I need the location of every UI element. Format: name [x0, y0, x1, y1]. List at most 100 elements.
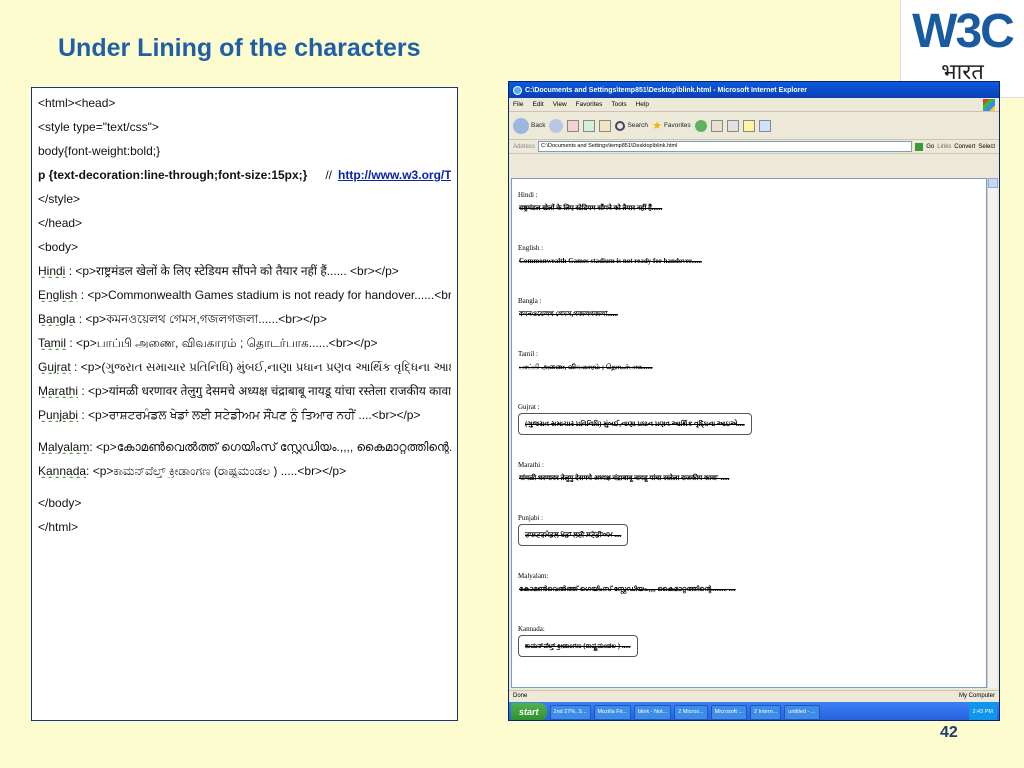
- code-text: <style type="text/css">: [38, 120, 159, 134]
- back-button[interactable]: Back: [513, 117, 546, 134]
- system-clock: 2:43 PM: [968, 702, 997, 720]
- language-row: (ગુજરાત સમાચાર પ્રતિનિધિ) મુંબઈ,નાણા પ્ર…: [518, 413, 980, 457]
- taskbar-item[interactable]: 2 Micros...: [674, 704, 708, 720]
- language-row: यांमळी धरणावर तेलुगु देसमचे अध्यक्ष चंद्…: [518, 471, 980, 485]
- language-label: Hindi :: [518, 191, 538, 199]
- language-label: Malyalam:: [518, 572, 549, 580]
- code-line: Tamil : <p>பாப்பி அணை, விவகாரம் ; தொடர்ப…: [38, 336, 451, 350]
- struck-text: பாப்பி அணை, விவகாரம் ; தொடர்பாக......: [519, 363, 653, 371]
- language-row: राष्ट्रमंडल खेलों के लिए स्टेडियम सौंपने…: [518, 201, 980, 215]
- menu-item-help[interactable]: Help: [636, 101, 649, 108]
- browser-window: C:\Documents and Settings\temp851\Deskto…: [508, 81, 1000, 721]
- code-line: Hindi : <p>राष्ट्रमंडल खेलों के लिए स्टे…: [38, 264, 451, 278]
- page-content: Hindi : राष्ट्रमंडल खेलों के लिए स्टेडियम…: [511, 178, 987, 688]
- browser-titlebar[interactable]: C:\Documents and Settings\temp851\Deskto…: [509, 82, 999, 98]
- code-line: <html><head>: [38, 96, 451, 110]
- vertical-scrollbar[interactable]: [987, 178, 998, 688]
- browser-toolbar: Back Search ★ Favorites: [509, 112, 999, 140]
- code-text: p {text-decoration:line-through;font-siz…: [38, 168, 308, 182]
- language-row: ಕಾಮನ್‌ವೆಲ್ತ್ ಕ್ರೀಡಾಂಗಣ (ರಾಷ್ಟ್ರಮಂಡಲ ) ..…: [518, 635, 980, 679]
- language-row: കോമൺവെൽത്ത് ഗെയിംസ് സ്റ്റേഡിയം.,,,, കൈമാ…: [518, 582, 980, 596]
- code-text: Tamil : <p>பாப்பி அணை, விவகாரம் ; தொடர்ப…: [38, 336, 378, 350]
- favorites-button[interactable]: ★ Favorites: [652, 119, 691, 132]
- language-row: ਰਾਸ਼ਟਰਮੰਡਲ ਖੇਡਾਂ ਲਈ ਸਟੇਡੀਅਮ ....: [518, 524, 980, 568]
- go-arrow-icon[interactable]: [915, 142, 924, 151]
- search-label: Search: [627, 122, 649, 129]
- taskbar-item[interactable]: 2nd 27%, S...: [549, 704, 591, 720]
- struck-text: ਰਾਸ਼ਟਰਮੰਡਲ ਖੇਡਾਂ ਲਈ ਸਟੇਡੀਅਮ ....: [518, 524, 629, 546]
- browser-title: C:\Documents and Settings\temp851\Deskto…: [525, 86, 807, 94]
- messenger-icon[interactable]: [758, 119, 771, 132]
- menu-item-edit[interactable]: Edit: [532, 101, 543, 108]
- struck-text: Commonwealth Games stadium is not ready …: [519, 257, 702, 265]
- struck-text: ಕಾಮನ್‌ವೆಲ್ತ್ ಕ್ರೀಡಾಂಗಣ (ರಾಷ್ಟ್ರಮಂಡಲ ) ..…: [518, 635, 638, 657]
- code-line: body{font-weight:bold;}: [38, 144, 451, 158]
- select-button[interactable]: Select: [978, 144, 995, 150]
- back-label: Back: [531, 122, 546, 129]
- address-bar: Address C:\Documents and Settings\temp85…: [509, 140, 999, 154]
- taskbar-item[interactable]: blink - Not...: [633, 704, 672, 720]
- language-label: Kannada:: [518, 625, 545, 633]
- code-text: English : <p>Commonwealth Games stadium …: [38, 288, 451, 302]
- address-input[interactable]: C:\Documents and Settings\temp851\Deskto…: [538, 141, 913, 152]
- taskbar-item[interactable]: untitled - ...: [784, 704, 820, 720]
- start-button[interactable]: start: [511, 703, 547, 720]
- language-label: English :: [518, 244, 544, 252]
- status-text: Done: [513, 693, 528, 699]
- code-text: Gujrat : <p>(ગુજરાત સમાચાર પ્રતિનિધિ) મુ…: [38, 360, 451, 374]
- code-comment: //: [325, 168, 333, 182]
- code-text: </style>: [38, 192, 81, 206]
- folder-icon[interactable]: [742, 119, 755, 132]
- print-icon[interactable]: [726, 119, 739, 132]
- code-line: English : <p>Commonwealth Games stadium …: [38, 288, 451, 302]
- search-icon: [615, 120, 626, 131]
- code-text: Bangla : <p>কমনওয়েলথ গেমস,গজলগজলা......…: [38, 312, 327, 326]
- menu-item-file[interactable]: File: [513, 101, 523, 108]
- taskbar: start 2nd 27%, S... Mozilla Fir... blink -…: [509, 702, 999, 720]
- struck-text: (ગુજરાત સમાચાર પ્રતિનિધિ) મુંબઈ,નાણા પ્ર…: [518, 413, 752, 435]
- code-text: body{font-weight:bold;}: [38, 144, 161, 158]
- scroll-up-icon[interactable]: [988, 178, 998, 188]
- code-text: Malyalam: <p>കോമൺവെൽത്ത് ഗെയിംസ് സ്റ്റേഡ…: [38, 440, 451, 454]
- taskbar-item[interactable]: Microsoft ...: [710, 704, 748, 720]
- mail-icon[interactable]: [710, 119, 723, 132]
- menu-item-favorites[interactable]: Favorites: [576, 101, 603, 108]
- history-icon[interactable]: [694, 119, 707, 132]
- code-listing: <html><head> <style type="text/css"> body{…: [31, 87, 458, 721]
- search-button[interactable]: Search: [615, 120, 649, 131]
- struck-text: यांमळी धरणावर तेलुगु देसमचे अध्यक्ष चंद्…: [519, 474, 730, 482]
- refresh-icon[interactable]: [583, 119, 596, 132]
- struck-text: राष्ट्रमंडल खेलों के लिए स्टेडियम सौंपने…: [519, 204, 663, 212]
- status-bar: Done My Computer: [509, 690, 999, 702]
- code-line: Kannada: <p>ಕಾಮನ್‌ವೆಲ್ತ್ ಕ್ರೀಡಾಂಗಣ (ರಾಷ್…: [38, 464, 451, 478]
- menu-item-view[interactable]: View: [553, 101, 567, 108]
- language-label: Punjabi :: [518, 514, 544, 522]
- slide-title: Under Lining of the characters: [58, 34, 421, 62]
- code-text: Punjabi : <p>ਰਾਸ਼ਟਰਮੰਡਲ ਖੇਡਾਂ ਲਈ ਸਟੇਡੀਅਮ…: [38, 408, 421, 422]
- w3c-logo-text: W3C: [912, 5, 1015, 58]
- ie-icon: [513, 85, 522, 95]
- menu-item-tools[interactable]: Tools: [611, 101, 626, 108]
- windows-logo-icon: [983, 99, 995, 111]
- taskbar-item[interactable]: Mozilla Fir...: [593, 704, 631, 720]
- home-icon[interactable]: [599, 119, 612, 132]
- forward-arrow-icon[interactable]: [549, 118, 564, 133]
- css2-spec-link[interactable]: http://www.w3.org/TR/CSS2/text.html: [338, 168, 451, 182]
- links-button[interactable]: Links: [937, 144, 951, 150]
- language-label: Bangla :: [518, 297, 542, 305]
- go-button[interactable]: Go: [926, 144, 934, 150]
- code-text: <body>: [38, 240, 79, 254]
- code-line: Malyalam: <p>കോമൺവെൽത്ത് ഗെയിംസ് സ്റ്റേഡ…: [38, 440, 451, 454]
- code-line: </style>: [38, 192, 451, 206]
- language-label: Marathi :: [518, 461, 544, 469]
- code-line: p {text-decoration:line-through;font-siz…: [38, 168, 451, 182]
- convert-button[interactable]: Convert: [954, 144, 975, 150]
- code-text: Kannada: <p>ಕಾಮನ್‌ವೆಲ್ತ್ ಕ್ರೀಡಾಂಗಣ (ರಾಷ್…: [38, 464, 347, 478]
- struck-text: കോമൺവെൽത്ത് ഗെയിംസ് സ്റ്റേഡിയം.,,,, കൈമാ…: [519, 585, 736, 593]
- code-line: Gujrat : <p>(ગુજરાત સમાચાર પ્રતિનિધિ) મુ…: [38, 360, 451, 374]
- language-row: Commonwealth Games stadium is not ready …: [518, 254, 980, 268]
- stop-icon[interactable]: [567, 119, 580, 132]
- code-line: </head>: [38, 216, 451, 230]
- taskbar-item[interactable]: 2 Intern...: [750, 704, 782, 720]
- code-text: </body>: [38, 496, 82, 510]
